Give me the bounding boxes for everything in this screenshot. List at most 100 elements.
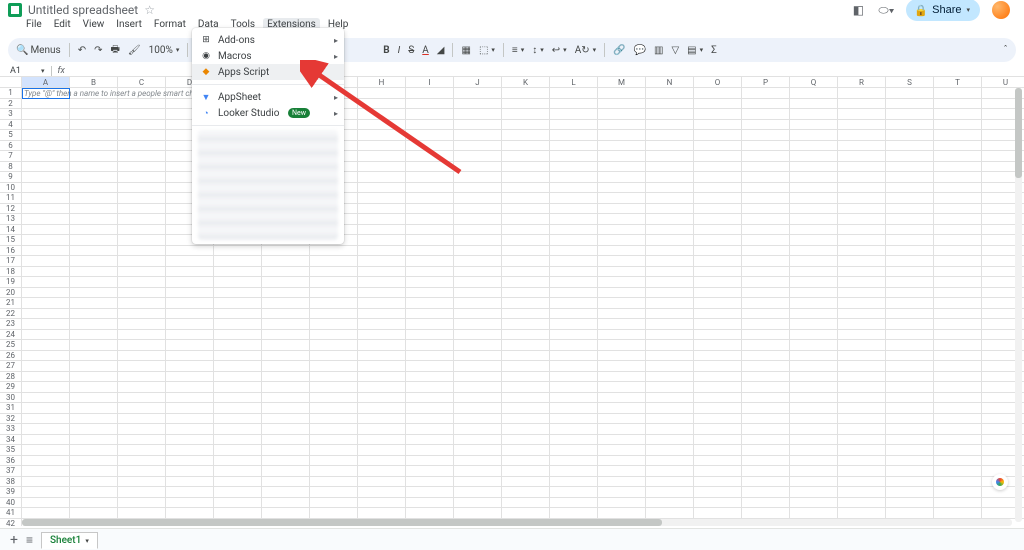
halign-button[interactable]: ≡▾ bbox=[512, 45, 524, 56]
row-header[interactable]: 5 bbox=[0, 130, 22, 141]
col-header[interactable]: R bbox=[838, 77, 886, 88]
row-header[interactable]: 33 bbox=[0, 424, 22, 435]
collapse-toolbar-button[interactable]: ˆ bbox=[1003, 45, 1008, 56]
col-header[interactable]: M bbox=[598, 77, 646, 88]
col-header[interactable]: K bbox=[502, 77, 550, 88]
fill-color-button[interactable]: ◢ bbox=[437, 45, 445, 56]
sheet-tab[interactable]: Sheet1 ▾ bbox=[41, 532, 98, 549]
paint-format-button[interactable]: 🖌 bbox=[128, 45, 141, 56]
menu-format[interactable]: Format bbox=[150, 18, 190, 34]
filter-views-button[interactable]: ▤▾ bbox=[687, 45, 703, 56]
row-header[interactable]: 6 bbox=[0, 141, 22, 152]
star-icon[interactable]: ☆ bbox=[144, 3, 155, 17]
cells-area[interactable] bbox=[22, 88, 1024, 526]
col-header[interactable]: J bbox=[454, 77, 502, 88]
row-header[interactable]: 42 bbox=[0, 519, 22, 527]
vertical-scrollbar[interactable] bbox=[1015, 88, 1022, 522]
spreadsheet-grid[interactable]: 1234567891011121314151617181920212223242… bbox=[0, 76, 1024, 526]
italic-button[interactable]: I bbox=[398, 45, 401, 56]
row-header[interactable]: 32 bbox=[0, 414, 22, 425]
borders-button[interactable]: ▦ bbox=[461, 45, 470, 56]
row-header[interactable]: 30 bbox=[0, 393, 22, 404]
all-sheets-button[interactable]: ≡ bbox=[26, 533, 33, 547]
row-header[interactable]: 34 bbox=[0, 435, 22, 446]
col-header[interactable]: T bbox=[934, 77, 982, 88]
comment-button[interactable]: 💬 bbox=[634, 45, 646, 56]
chevron-down-icon[interactable]: ▾ bbox=[85, 537, 89, 545]
col-header[interactable]: P bbox=[742, 77, 790, 88]
col-header[interactable]: C bbox=[118, 77, 166, 88]
col-header[interactable]: A bbox=[22, 77, 70, 88]
row-header[interactable]: 28 bbox=[0, 372, 22, 383]
add-sheet-button[interactable]: + bbox=[10, 532, 18, 548]
chart-button[interactable]: ▥ bbox=[654, 45, 663, 56]
row-header[interactable]: 26 bbox=[0, 351, 22, 362]
row-header[interactable]: 22 bbox=[0, 309, 22, 320]
strike-button[interactable]: S bbox=[408, 45, 414, 56]
valign-button[interactable]: ↕▾ bbox=[532, 45, 544, 56]
row-header[interactable]: 39 bbox=[0, 487, 22, 498]
print-button[interactable]: 🖶 bbox=[110, 42, 119, 59]
chevron-down-icon[interactable]: ▾ bbox=[41, 67, 45, 75]
row-header[interactable]: 29 bbox=[0, 382, 22, 393]
row-header[interactable]: 36 bbox=[0, 456, 22, 467]
row-header[interactable]: 27 bbox=[0, 361, 22, 372]
row-header[interactable]: 40 bbox=[0, 498, 22, 509]
row-header[interactable]: 24 bbox=[0, 330, 22, 341]
row-header[interactable]: 37 bbox=[0, 466, 22, 477]
row-header[interactable]: 20 bbox=[0, 288, 22, 299]
row-header[interactable]: 16 bbox=[0, 246, 22, 257]
menu-item-macros[interactable]: ◉ Macros ▸ bbox=[192, 48, 344, 64]
row-header[interactable]: 17 bbox=[0, 256, 22, 267]
share-button[interactable]: 🔒 Share ▾ bbox=[906, 0, 980, 21]
history-icon[interactable]: ◧ bbox=[850, 2, 866, 18]
col-header[interactable]: H bbox=[358, 77, 406, 88]
link-button[interactable]: 🔗 bbox=[613, 45, 625, 56]
bold-button[interactable]: B bbox=[383, 45, 389, 56]
search-menus[interactable]: 🔍 Menus bbox=[16, 45, 61, 56]
row-header[interactable]: 25 bbox=[0, 340, 22, 351]
col-header[interactable]: S bbox=[886, 77, 934, 88]
explore-button[interactable] bbox=[992, 474, 1008, 490]
menu-item-appsheet[interactable]: ▼ AppSheet ▸ bbox=[192, 89, 344, 105]
row-header[interactable]: 12 bbox=[0, 204, 22, 215]
sheets-logo-icon[interactable] bbox=[8, 3, 22, 17]
row-header[interactable]: 31 bbox=[0, 403, 22, 414]
row-header[interactable]: 35 bbox=[0, 445, 22, 456]
col-header[interactable]: N bbox=[646, 77, 694, 88]
row-header[interactable]: 7 bbox=[0, 151, 22, 162]
menu-item-apps-script[interactable]: ◆ Apps Script bbox=[192, 64, 344, 80]
row-header[interactable]: 21 bbox=[0, 298, 22, 309]
avatar[interactable] bbox=[992, 1, 1010, 19]
row-header[interactable]: 11 bbox=[0, 193, 22, 204]
menu-file[interactable]: File bbox=[22, 18, 46, 34]
row-header[interactable]: 4 bbox=[0, 120, 22, 131]
row-header[interactable]: 13 bbox=[0, 214, 22, 225]
rotate-button[interactable]: A↻▾ bbox=[575, 45, 596, 56]
filter-button[interactable]: ▽ bbox=[671, 45, 679, 56]
row-header[interactable]: 9 bbox=[0, 172, 22, 183]
col-header[interactable]: I bbox=[406, 77, 454, 88]
meet-icon[interactable]: ⬭▾ bbox=[878, 2, 894, 18]
menu-item-looker-studio[interactable]: ◔ Looker Studio New ▸ bbox=[192, 105, 344, 121]
col-header[interactable]: O bbox=[694, 77, 742, 88]
col-header[interactable]: Q bbox=[790, 77, 838, 88]
horizontal-scrollbar[interactable] bbox=[22, 519, 1012, 526]
row-header[interactable]: 15 bbox=[0, 235, 22, 246]
row-header[interactable]: 41 bbox=[0, 508, 22, 519]
merge-button[interactable]: ⬚▾ bbox=[479, 45, 495, 56]
row-header[interactable]: 1 bbox=[0, 88, 22, 99]
row-header[interactable]: 8 bbox=[0, 162, 22, 173]
row-header[interactable]: 3 bbox=[0, 109, 22, 120]
redo-button[interactable]: ↷ bbox=[94, 45, 102, 56]
row-header[interactable]: 23 bbox=[0, 319, 22, 330]
row-header[interactable]: 10 bbox=[0, 183, 22, 194]
row-header[interactable]: 14 bbox=[0, 225, 22, 236]
menu-view[interactable]: View bbox=[79, 18, 109, 34]
row-header[interactable]: 18 bbox=[0, 267, 22, 278]
menu-item-addons[interactable]: ⊞ Add-ons ▸ bbox=[192, 32, 344, 48]
col-header[interactable]: L bbox=[550, 77, 598, 88]
row-headers[interactable]: 1234567891011121314151617181920212223242… bbox=[0, 76, 22, 526]
menu-edit[interactable]: Edit bbox=[50, 18, 75, 34]
column-headers[interactable]: ABCDEFGHIJKLMNOPQRSTU bbox=[22, 76, 1024, 88]
